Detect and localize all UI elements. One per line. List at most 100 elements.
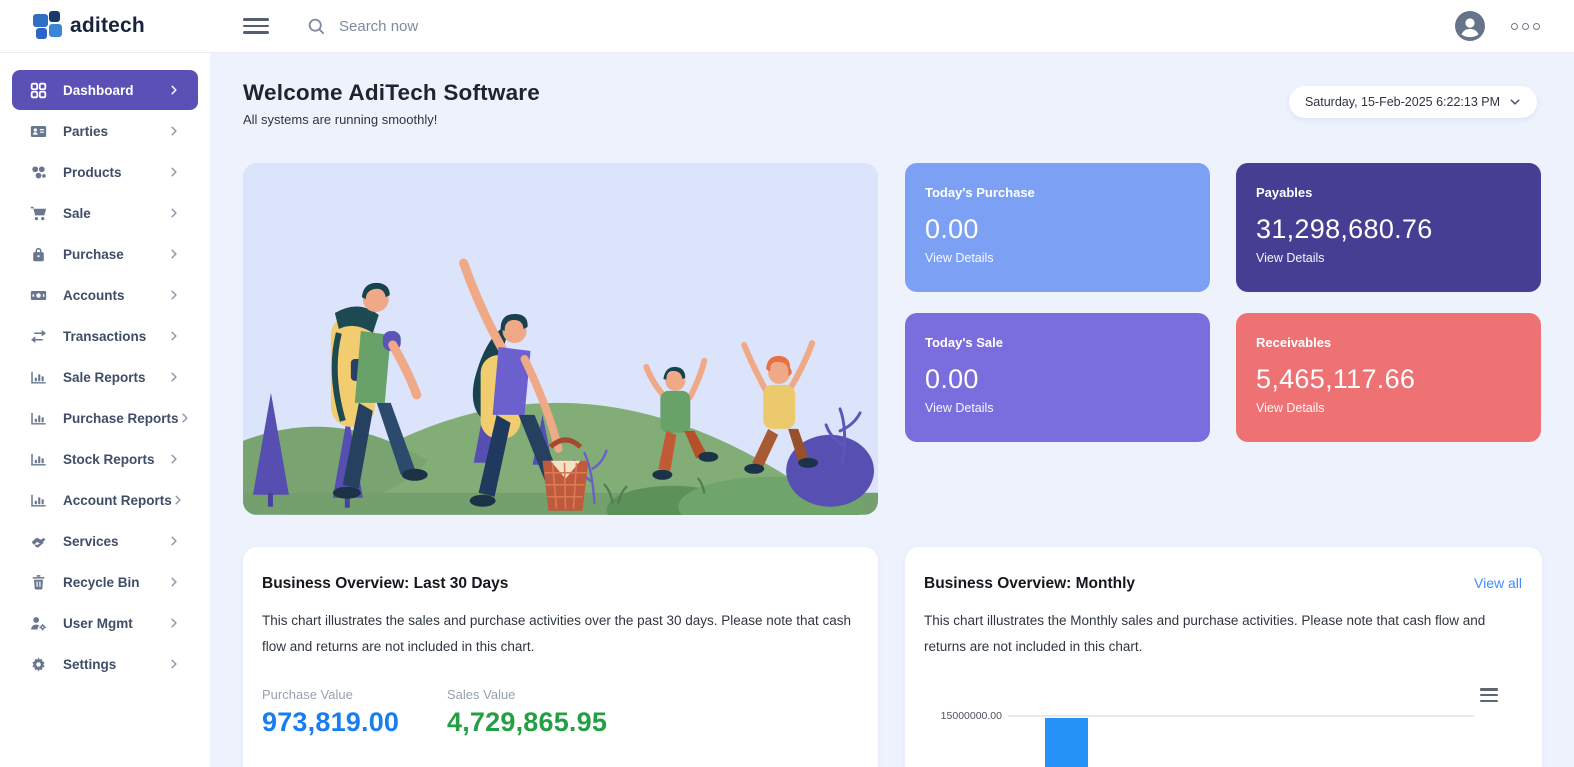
sidebar-item-label: Purchase Reports <box>63 411 179 426</box>
welcome-block: Welcome AdiTech Software All systems are… <box>243 80 540 127</box>
swap-icon <box>30 328 47 345</box>
stat-card-payables[interactable]: Payables 31,298,680.76 View Details <box>1236 163 1541 292</box>
chevron-right-icon <box>168 576 180 588</box>
chevron-right-icon <box>168 166 180 178</box>
sidebar-item-sale[interactable]: Sale <box>12 193 198 233</box>
stat-card-today-s-purchase[interactable]: Today's Purchase 0.00 View Details <box>905 163 1210 292</box>
stat-card-value: 0.00 <box>925 214 1190 245</box>
sales-value-label: Sales Value <box>447 687 607 702</box>
cart-icon <box>30 205 47 222</box>
grid-icon <box>30 82 47 99</box>
chevron-right-icon <box>168 371 180 383</box>
monthly-bar-chart: 15000000.00 10000000.00 <box>924 674 1522 767</box>
sidebar-item-label: Transactions <box>63 329 146 344</box>
business-overview-monthly-card: Business Overview: Monthly View all This… <box>905 547 1542 767</box>
chevron-right-icon <box>168 453 180 465</box>
purchase-value-label: Purchase Value <box>262 687 447 702</box>
chevron-right-icon <box>168 84 180 96</box>
y-axis-tick-label: 15000000.00 <box>938 710 1002 722</box>
chevron-right-icon <box>168 330 180 342</box>
sidebar-item-purchase-reports[interactable]: Purchase Reports <box>12 398 198 438</box>
report-icon <box>30 410 47 427</box>
datetime-dropdown[interactable]: Saturday, 15-Feb-2025 6:22:13 PM <box>1289 86 1537 118</box>
sidebar-item-recycle-bin[interactable]: Recycle Bin <box>12 562 198 602</box>
products-icon <box>30 164 47 181</box>
sidebar-item-parties[interactable]: Parties <box>12 111 198 151</box>
cash-icon <box>30 287 47 304</box>
chevron-right-icon <box>168 207 180 219</box>
sidebar-item-label: Services <box>63 534 119 549</box>
stat-card-view-details-link[interactable]: View Details <box>1256 251 1521 265</box>
chevron-right-icon <box>168 658 180 670</box>
family-hiking-illustration <box>243 163 878 515</box>
menu-toggle-icon[interactable] <box>243 16 269 36</box>
user-avatar-icon[interactable] <box>1455 11 1485 41</box>
stat-card-label: Receivables <box>1256 335 1521 350</box>
sidebar-item-products[interactable]: Products <box>12 152 198 192</box>
sidebar-item-label: Recycle Bin <box>63 575 140 590</box>
sidebar-item-label: Sale Reports <box>63 370 146 385</box>
app-logo: aditech <box>0 11 210 41</box>
sidebar-nav: Dashboard Parties Products Sale Purchase… <box>0 52 210 684</box>
search-input[interactable] <box>337 17 581 36</box>
gridline <box>1008 715 1474 717</box>
stat-card-receivables[interactable]: Receivables 5,465,117.66 View Details <box>1236 313 1541 442</box>
datetime-text: Saturday, 15-Feb-2025 6:22:13 PM <box>1305 95 1500 109</box>
chevron-right-icon <box>168 248 180 260</box>
sidebar-item-services[interactable]: Services <box>12 521 198 561</box>
chevron-right-icon <box>179 412 191 424</box>
page-subtitle: All systems are running smoothly! <box>243 112 540 127</box>
handshake-icon <box>30 533 47 550</box>
sidebar-item-account-reports[interactable]: Account Reports <box>12 480 198 520</box>
report-icon <box>30 492 47 509</box>
chart-menu-icon[interactable] <box>1480 688 1498 702</box>
chevron-right-icon <box>168 535 180 547</box>
stat-card-today-s-sale[interactable]: Today's Sale 0.00 View Details <box>905 313 1210 442</box>
card-description: This chart illustrates the Monthly sales… <box>924 608 1520 661</box>
sidebar-item-stock-reports[interactable]: Stock Reports <box>12 439 198 479</box>
stat-card-label: Today's Purchase <box>925 185 1190 200</box>
sidebar-item-dashboard[interactable]: Dashboard <box>12 70 198 110</box>
id-card-icon <box>30 123 47 140</box>
more-options-icon[interactable] <box>1507 19 1544 34</box>
chevron-right-icon <box>168 289 180 301</box>
stat-card-view-details-link[interactable]: View Details <box>925 401 1190 415</box>
sidebar-item-label: Sale <box>63 206 91 221</box>
sidebar-item-label: Purchase <box>63 247 124 262</box>
stat-card-view-details-link[interactable]: View Details <box>1256 401 1521 415</box>
sidebar-item-sale-reports[interactable]: Sale Reports <box>12 357 198 397</box>
sidebar-item-label: Stock Reports <box>63 452 155 467</box>
chevron-down-icon <box>1509 96 1521 108</box>
sales-value-block: Sales Value 4,729,865.95 <box>447 687 607 738</box>
sidebar-item-label: Products <box>63 165 122 180</box>
view-all-link[interactable]: View all <box>1474 575 1522 591</box>
search-icon <box>307 17 326 36</box>
card-description: This chart illustrates the sales and pur… <box>262 608 856 661</box>
purchase-value: 973,819.00 <box>262 707 447 738</box>
sales-value: 4,729,865.95 <box>447 707 607 738</box>
sidebar-item-label: Settings <box>63 657 116 672</box>
business-overview-30days-card: Business Overview: Last 30 Days This cha… <box>243 547 878 767</box>
stat-card-value: 5,465,117.66 <box>1256 364 1521 395</box>
stat-card-value: 31,298,680.76 <box>1256 214 1521 245</box>
sidebar-item-settings[interactable]: Settings <box>12 644 198 684</box>
sidebar-item-label: User Mgmt <box>63 616 133 631</box>
chevron-right-icon <box>168 125 180 137</box>
chevron-right-icon <box>172 494 184 506</box>
sidebar-item-purchase[interactable]: Purchase <box>12 234 198 274</box>
report-icon <box>30 451 47 468</box>
stat-card-label: Today's Sale <box>925 335 1190 350</box>
sidebar-item-transactions[interactable]: Transactions <box>12 316 198 356</box>
sidebar-item-accounts[interactable]: Accounts <box>12 275 198 315</box>
purchase-value-block: Purchase Value 973,819.00 <box>262 687 447 738</box>
stat-card-label: Payables <box>1256 185 1521 200</box>
bar-series-segment[interactable] <box>1045 718 1088 767</box>
stat-card-view-details-link[interactable]: View Details <box>925 251 1190 265</box>
logo-cube-icon <box>33 11 63 41</box>
logo-text: aditech <box>70 14 145 38</box>
sidebar-item-user-mgmt[interactable]: User Mgmt <box>12 603 198 643</box>
trash-icon <box>30 574 47 591</box>
page-title: Welcome AdiTech Software <box>243 80 540 106</box>
gear-icon <box>30 656 47 673</box>
main-content: Welcome AdiTech Software All systems are… <box>210 52 1574 767</box>
